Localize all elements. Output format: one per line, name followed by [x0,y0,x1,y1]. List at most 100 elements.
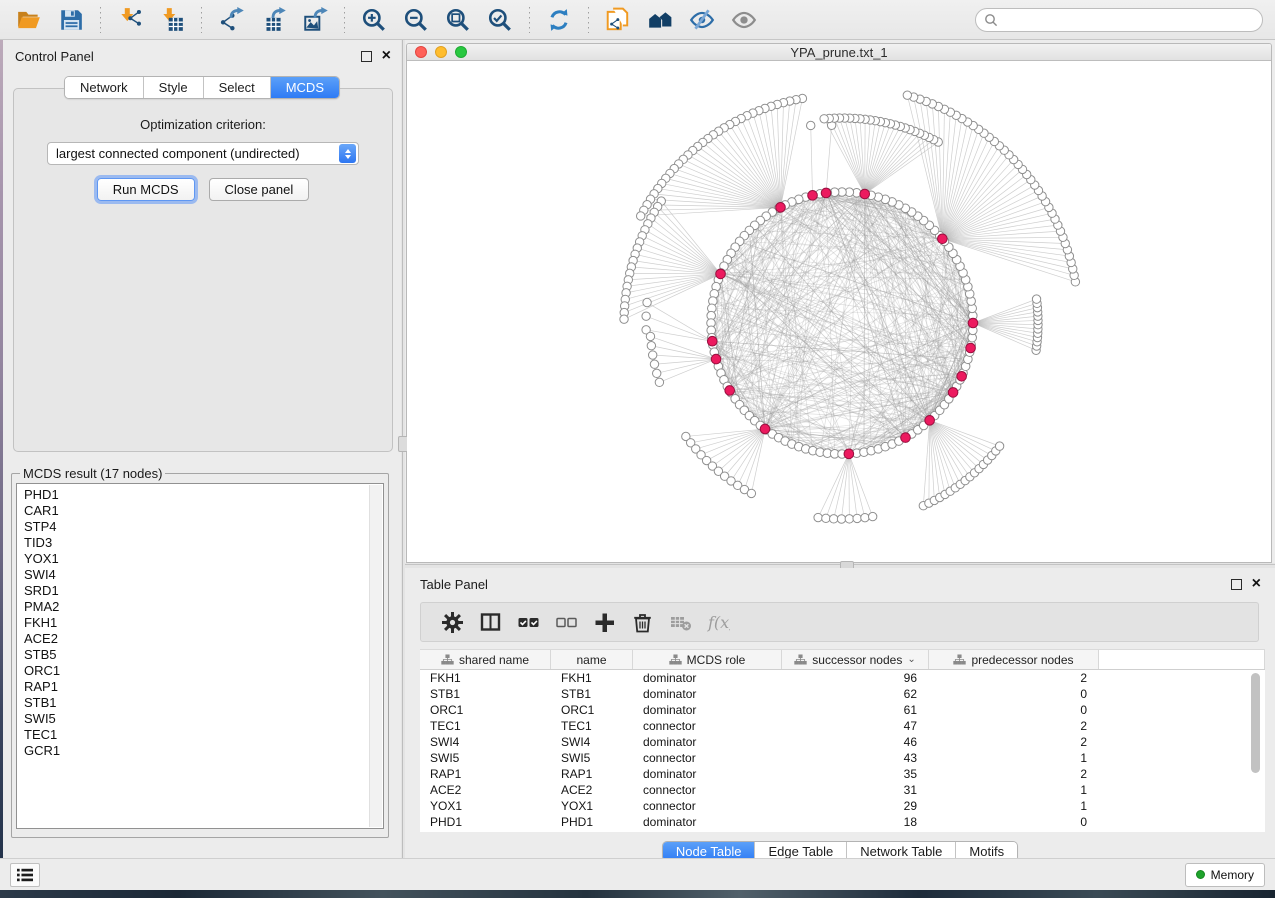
mcds-node[interactable] [901,433,911,443]
new-network-from-selection-icon[interactable] [601,4,635,36]
mcds-node[interactable] [938,234,948,244]
save-session-icon[interactable] [54,4,88,36]
tab-network[interactable]: Network [65,77,144,98]
export-network-icon[interactable] [214,4,248,36]
table-row[interactable]: ORC1ORC1dominator610 [420,702,1265,718]
network-node[interactable] [642,312,650,320]
add-column-icon[interactable] [585,605,623,639]
network-node[interactable] [837,515,845,523]
hide-selected-icon[interactable] [685,4,719,36]
import-table-icon[interactable] [155,4,189,36]
zoom-fit-icon[interactable] [441,4,475,36]
network-node[interactable] [643,298,651,306]
node-table[interactable]: shared namenameMCDS rolesuccessor nodes⌄… [420,649,1265,832]
mcds-result-item[interactable]: SWI4 [24,567,383,583]
mcds-node[interactable] [966,343,976,353]
network-node[interactable] [807,121,815,129]
mcds-result-item[interactable]: SRD1 [24,583,383,599]
table-row[interactable]: RAP1RAP1dominator352 [420,766,1265,782]
mcds-result-item[interactable]: GCR1 [24,743,383,759]
mcds-result-item[interactable]: ACE2 [24,631,383,647]
network-node[interactable] [647,342,655,350]
mcds-node[interactable] [821,188,831,198]
network-node[interactable] [620,315,628,323]
float-table-panel-icon[interactable] [1231,579,1242,590]
deselect-all-rows-icon[interactable] [547,605,585,639]
search-box[interactable] [975,8,1263,32]
mcds-list-scrollbar[interactable] [369,485,382,827]
table-row[interactable]: STB1STB1dominator620 [420,686,1265,702]
mcds-node[interactable] [948,388,958,398]
column-header-mcds-role[interactable]: MCDS role [633,650,782,669]
network-node[interactable] [829,515,837,523]
network-node[interactable] [845,515,853,523]
mcds-node[interactable] [968,318,978,328]
column-header-successor-nodes[interactable]: successor nodes⌄ [782,650,929,669]
export-image-icon[interactable] [298,4,332,36]
table-row[interactable]: PHD1PHD1dominator180 [420,814,1265,830]
mcds-result-list[interactable]: PHD1CAR1STP4TID3YOX1SWI4SRD1PMA2FKH1ACE2… [16,483,384,829]
mcds-result-item[interactable]: RAP1 [24,679,383,695]
network-node[interactable] [747,489,755,497]
network-node[interactable] [653,369,661,377]
table-row[interactable]: YOX1YOX1connector291 [420,798,1265,814]
mcds-result-item[interactable]: PMA2 [24,599,383,615]
network-node[interactable] [655,378,663,386]
close-panel-icon[interactable]: × [382,51,391,61]
network-node[interactable] [648,351,656,359]
network-node[interactable] [861,513,869,521]
mcds-result-item[interactable]: PHD1 [24,487,383,503]
zoom-out-icon[interactable] [399,4,433,36]
close-table-panel-icon[interactable]: × [1252,579,1261,589]
network-canvas[interactable] [407,61,1271,562]
run-mcds-button[interactable]: Run MCDS [97,178,195,201]
zoom-in-icon[interactable] [357,4,391,36]
network-node[interactable] [853,514,861,522]
table-scrollbar[interactable] [1251,673,1260,825]
table-scrollbar-thumb[interactable] [1251,673,1260,773]
table-row[interactable]: SWI5SWI5connector431 [420,750,1265,766]
mcds-node[interactable] [844,449,854,459]
mcds-result-item[interactable]: ORC1 [24,663,383,679]
zoom-selected-icon[interactable] [483,4,517,36]
network-node[interactable] [822,514,830,522]
task-history-button[interactable] [10,863,40,887]
mcds-node[interactable] [957,371,967,381]
mcds-result-item[interactable]: TID3 [24,535,383,551]
mcds-result-item[interactable]: STB1 [24,695,383,711]
close-panel-button[interactable]: Close panel [209,178,310,201]
refresh-icon[interactable] [542,4,576,36]
delete-column-icon[interactable] [623,605,661,639]
search-input[interactable] [998,11,1254,28]
network-node[interactable] [903,91,911,99]
mcds-node[interactable] [716,269,726,279]
mcds-result-item[interactable]: STP4 [24,519,383,535]
mcds-node[interactable] [808,191,818,201]
column-header-name[interactable]: name [551,650,633,669]
mcds-node[interactable] [925,416,935,426]
mcds-node[interactable] [760,424,770,434]
float-panel-icon[interactable] [361,51,372,62]
first-neighbors-icon[interactable] [643,4,677,36]
open-file-icon[interactable] [12,4,46,36]
mcds-result-item[interactable]: STB5 [24,647,383,663]
mcds-result-item[interactable]: CAR1 [24,503,383,519]
table-row[interactable]: TEC1TEC1connector472 [420,718,1265,734]
table-row[interactable]: ACE2ACE2connector311 [420,782,1265,798]
mcds-result-item[interactable]: SWI5 [24,711,383,727]
criterion-dropdown[interactable]: largest connected component (undirected) [47,142,359,165]
network-node[interactable] [820,115,828,123]
mcds-node[interactable] [725,386,735,396]
network-node[interactable] [995,442,1003,450]
mcds-result-item[interactable]: FKH1 [24,615,383,631]
table-row[interactable]: FKH1FKH1dominator962 [420,670,1265,686]
export-table-icon[interactable] [256,4,290,36]
mcds-node[interactable] [707,336,717,346]
network-node[interactable] [636,212,644,220]
network-node[interactable] [868,512,876,520]
column-settings-icon[interactable] [433,605,471,639]
memory-button[interactable]: Memory [1185,863,1265,887]
network-frame-titlebar[interactable]: YPA_prune.txt_1 [407,44,1271,61]
table-row[interactable]: SWI4SWI4dominator462 [420,734,1265,750]
mcds-node[interactable] [860,189,870,199]
